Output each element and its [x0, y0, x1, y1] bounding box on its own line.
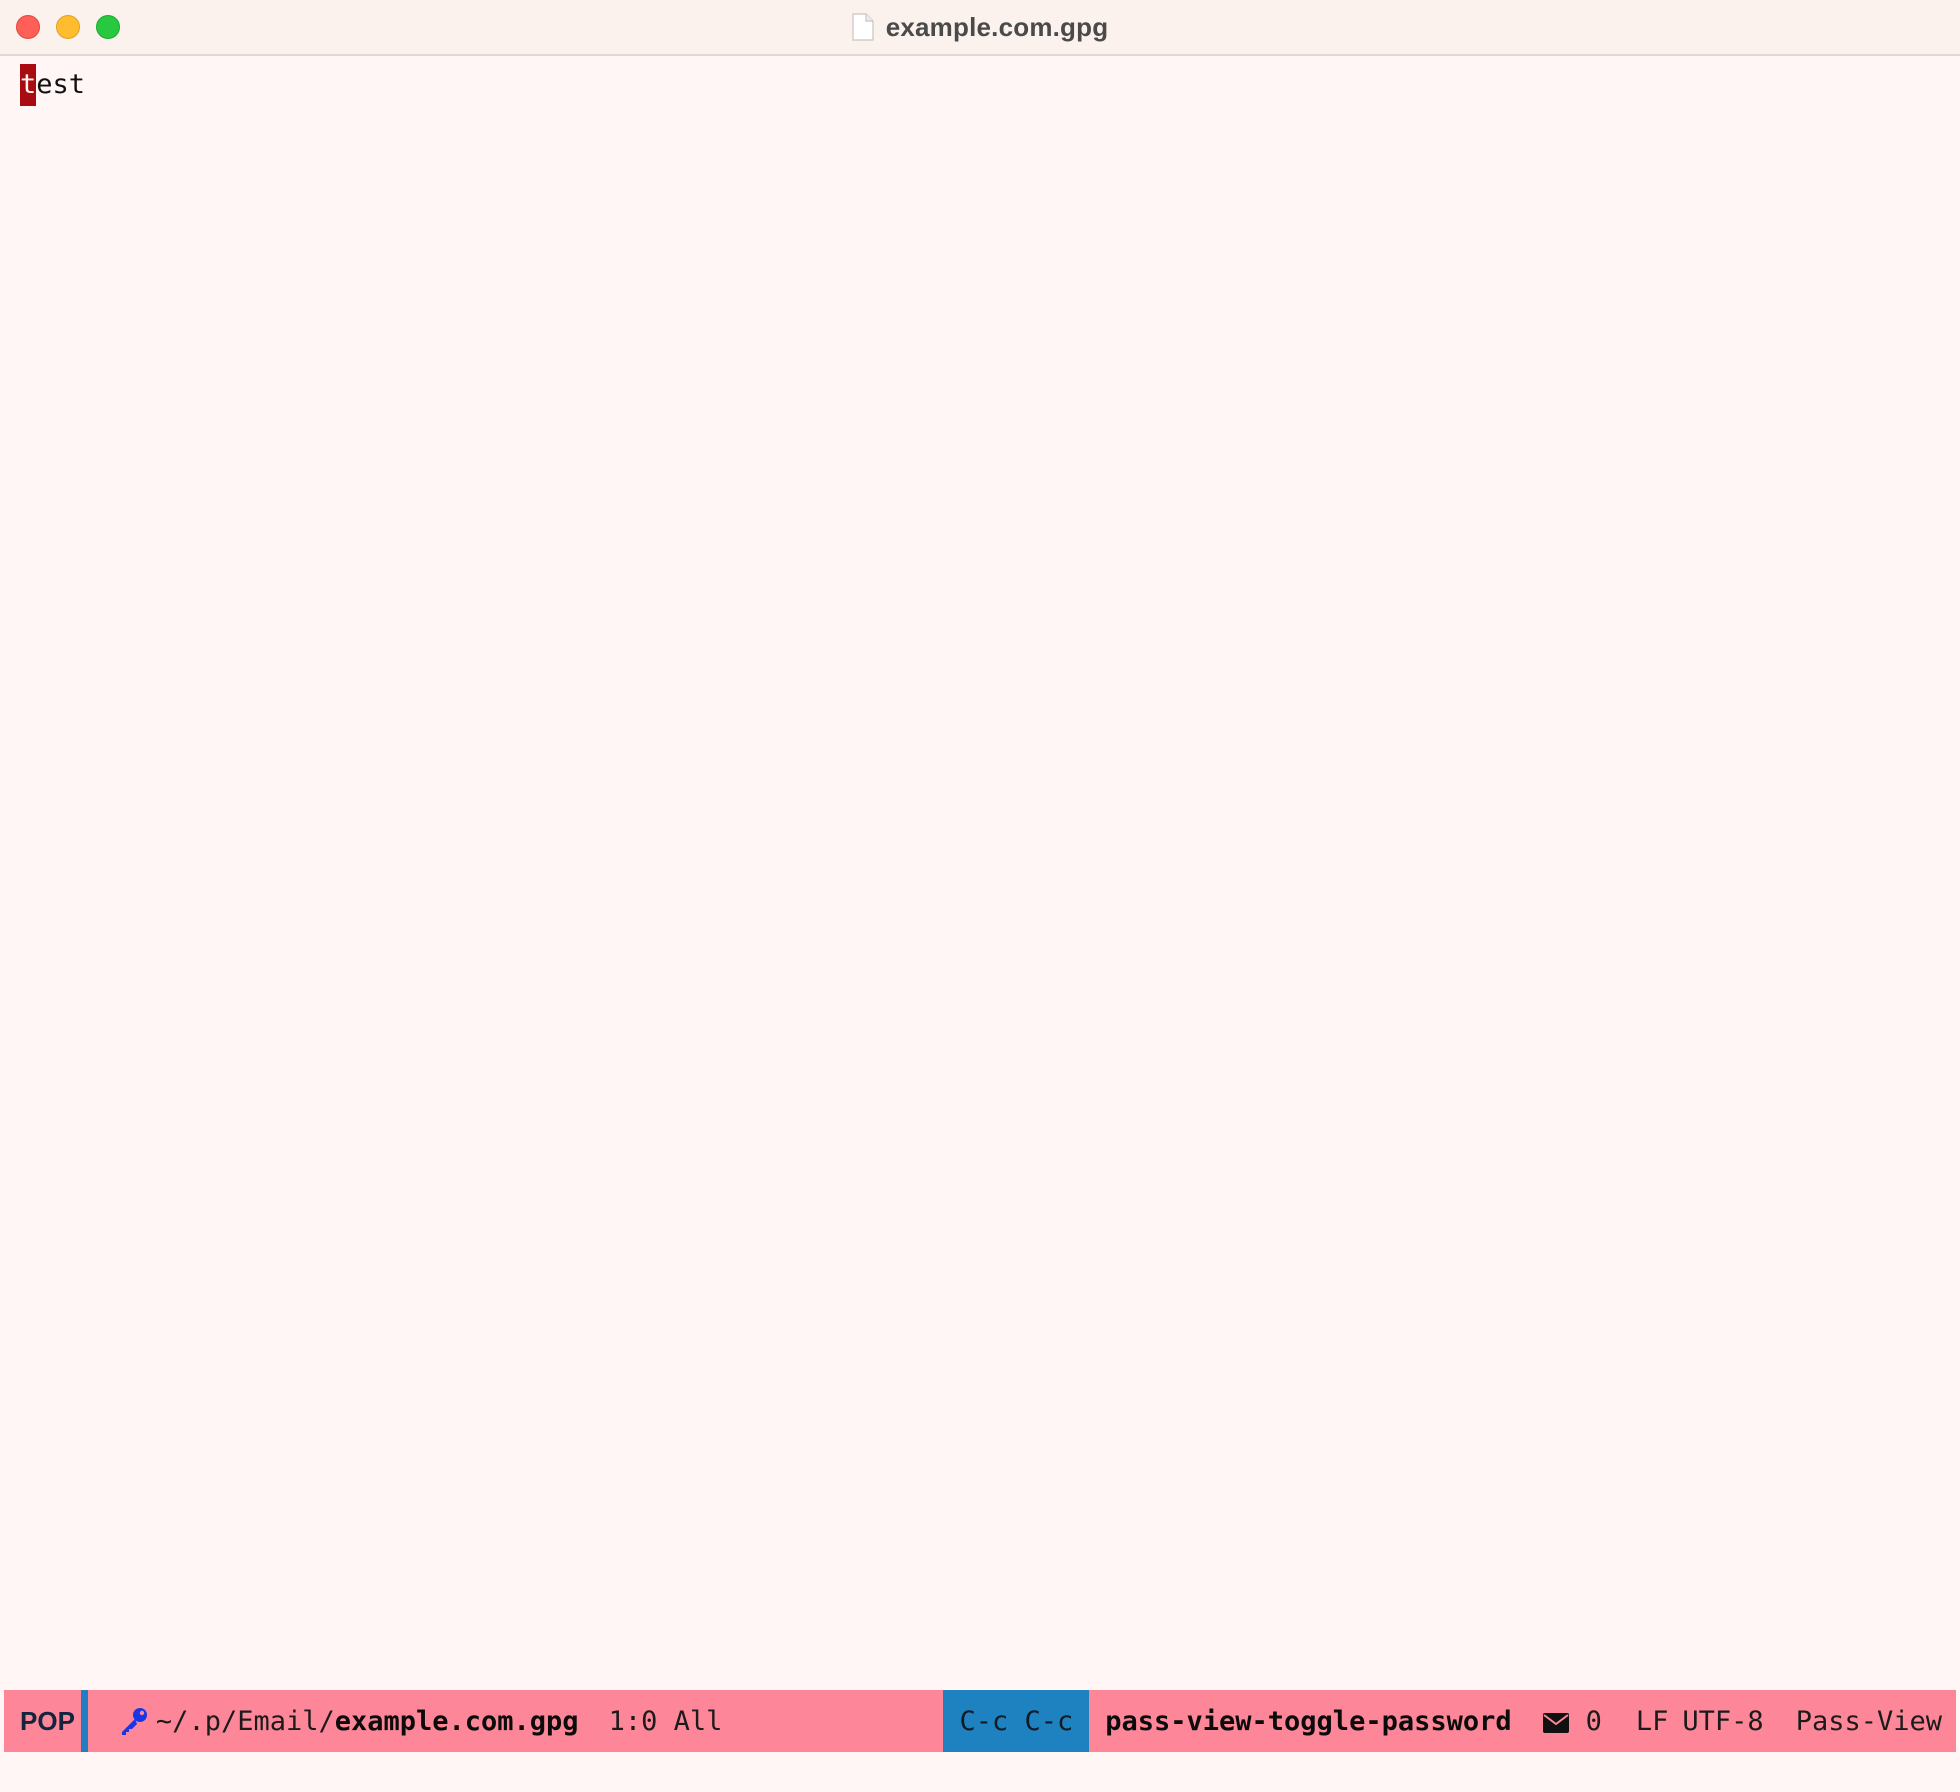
text-cursor: t	[20, 64, 37, 106]
title-bar: example.com.gpg	[0, 0, 1960, 56]
emacs-window: example.com.gpg test POP ~/.p/Email/exam…	[0, 0, 1960, 1792]
buffer-file-name: example.com.gpg	[334, 1705, 579, 1737]
editor-buffer[interactable]: test	[0, 56, 1960, 1690]
active-window-bar	[80, 1690, 88, 1752]
key-hint-badge: C-c C-c	[943, 1690, 1090, 1752]
key-hint-label: C-c C-c	[959, 1705, 1074, 1737]
cursor-position: 1:0 All	[608, 1705, 723, 1737]
window-title-group: example.com.gpg	[0, 0, 1960, 54]
major-mode[interactable]: Pass-View	[1796, 1706, 1942, 1737]
buffer-text: est	[36, 69, 86, 100]
key-hint-command: pass-view-toggle-password	[1105, 1705, 1512, 1737]
mail-icon	[1542, 1710, 1570, 1733]
line-ending: LF	[1635, 1705, 1669, 1737]
buffer-line[interactable]: test	[20, 64, 85, 106]
evil-state-indicator: POP	[20, 1705, 75, 1736]
mail-count: 0	[1585, 1705, 1602, 1737]
buffer-path: ~/.p/Email/	[155, 1705, 335, 1737]
document-icon	[852, 13, 874, 41]
window-title: example.com.gpg	[885, 11, 1109, 42]
key-icon	[118, 1705, 150, 1737]
mode-line: POP ~/.p/Email/example.com.gpg 1:0 All C…	[4, 1690, 1956, 1752]
file-encoding: UTF-8	[1682, 1705, 1764, 1737]
